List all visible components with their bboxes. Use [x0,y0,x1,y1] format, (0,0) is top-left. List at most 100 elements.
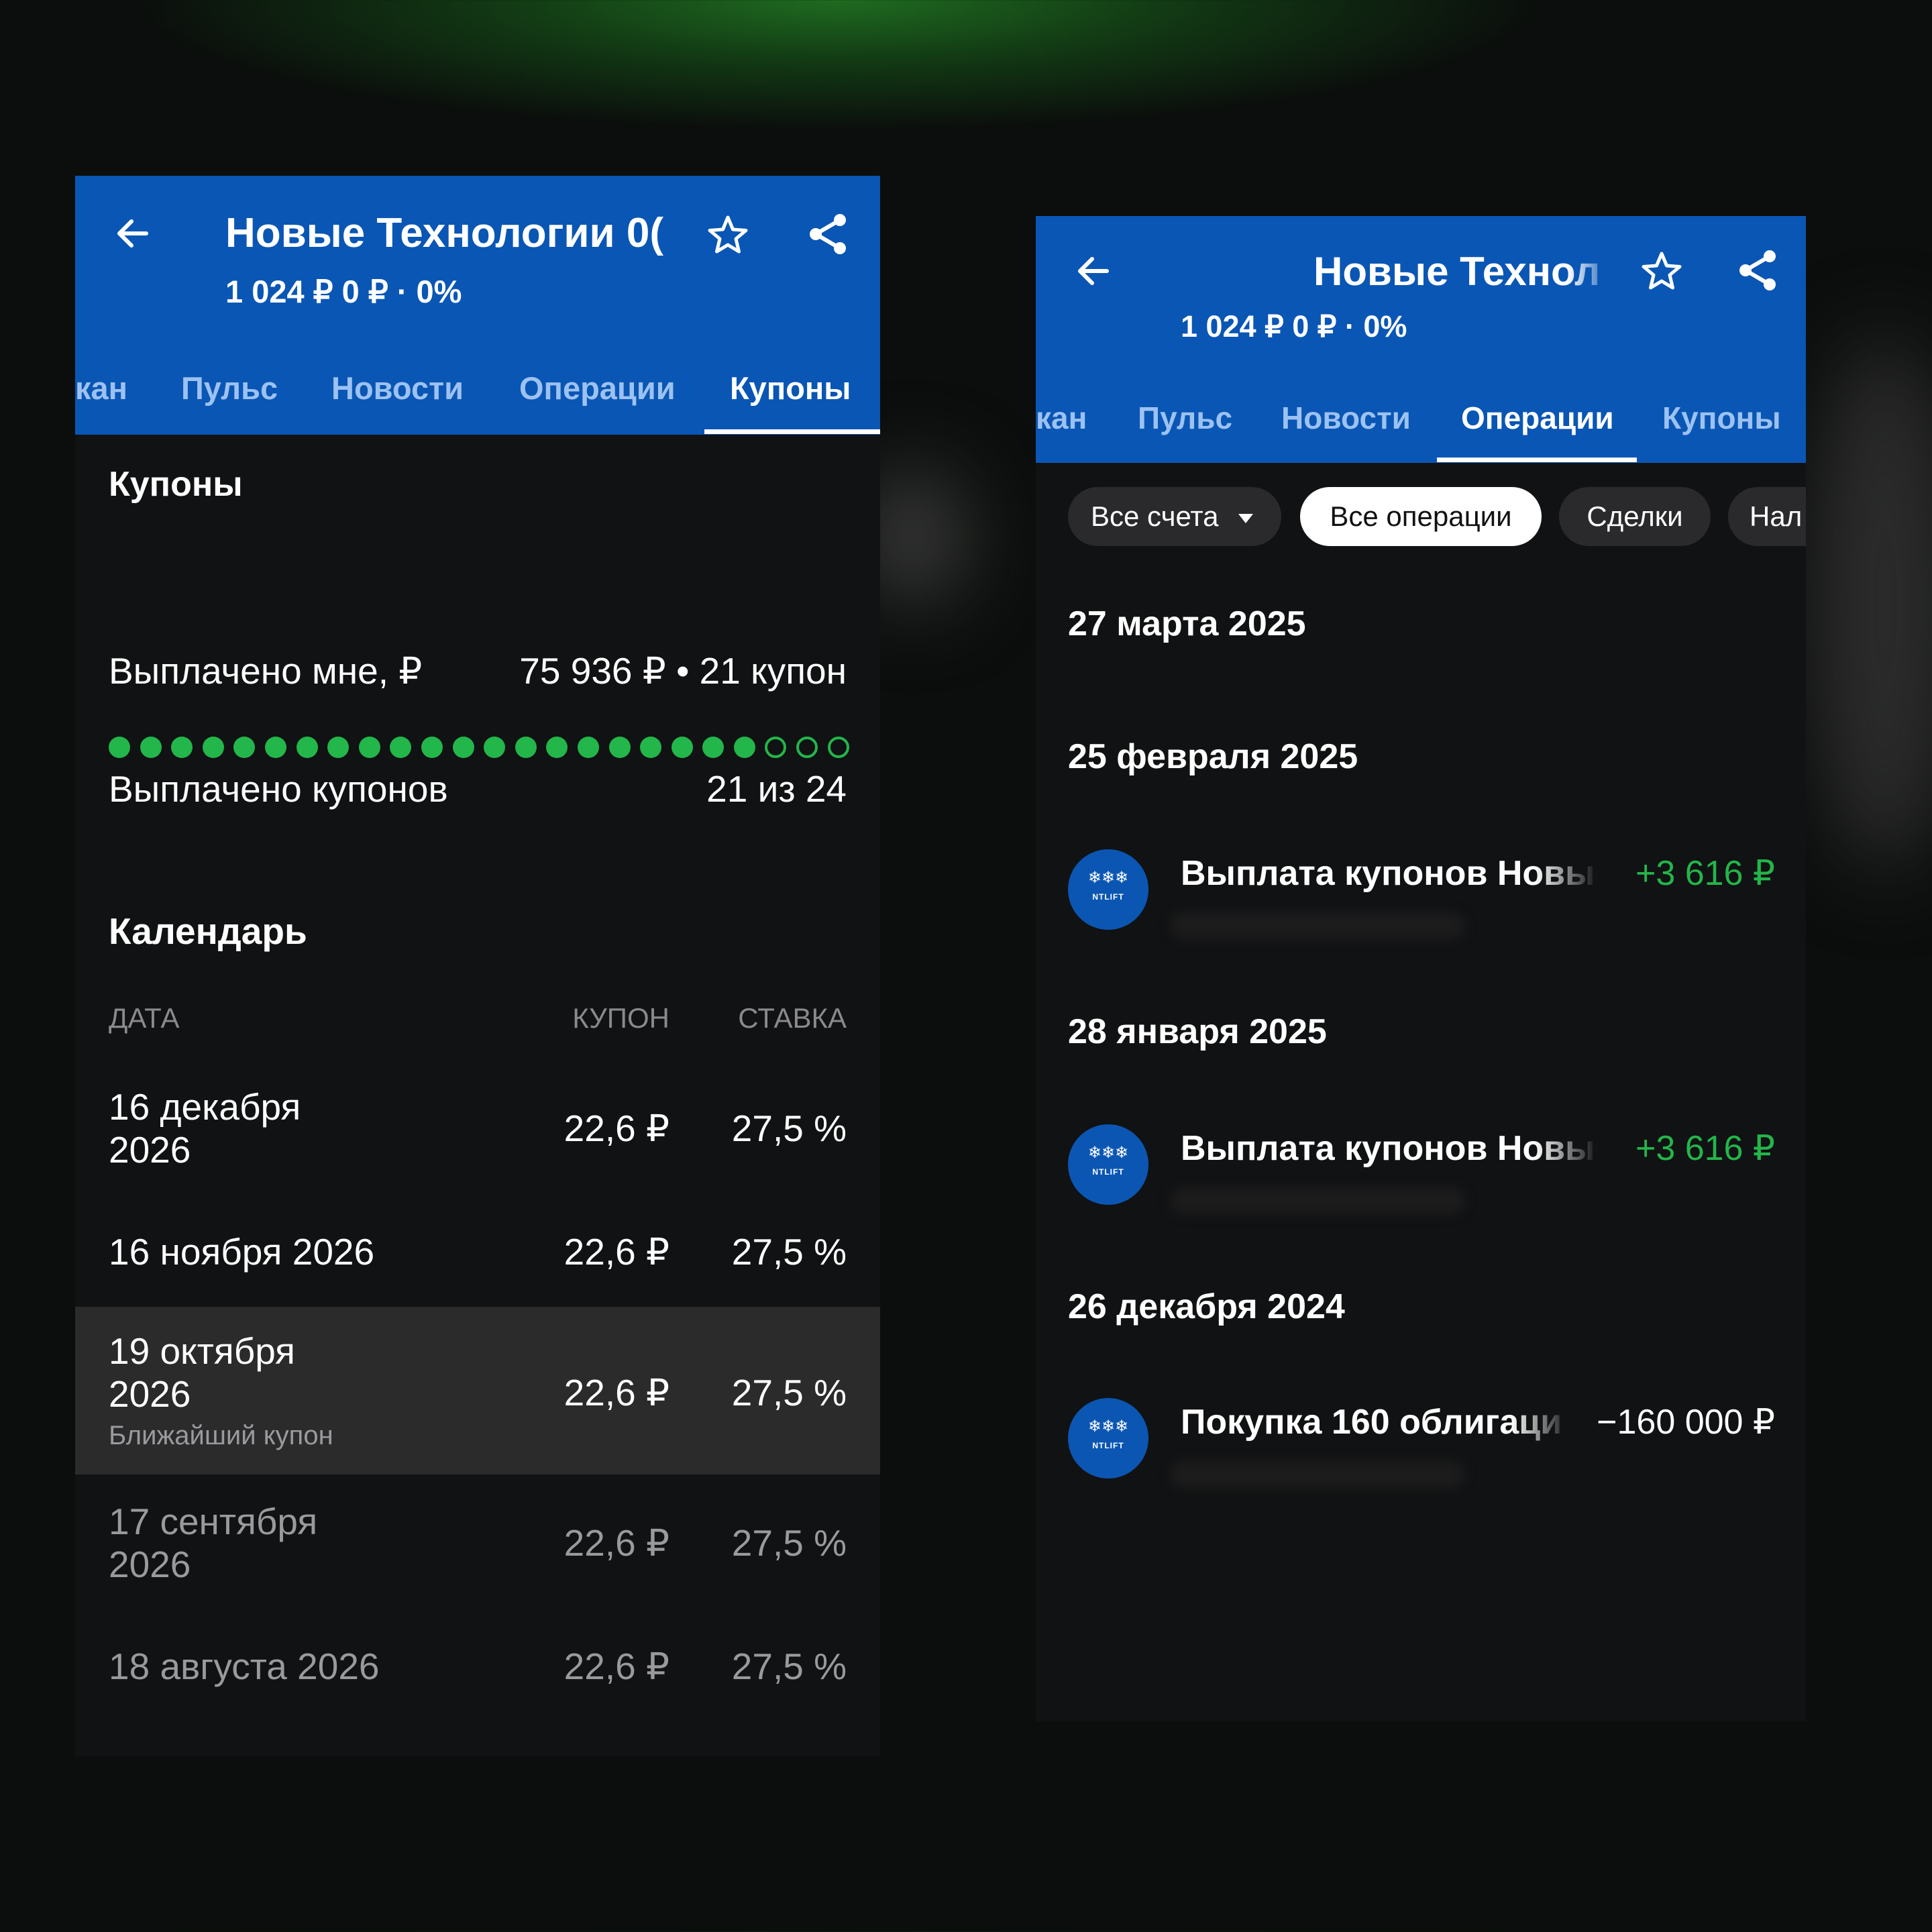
operation-amount: −160 000 ₽ [1597,1403,1775,1442]
tab-coupons[interactable]: Купоны [730,365,851,419]
tab-news[interactable]: Новости [331,365,464,419]
coupon-paid-dot [702,737,724,758]
operation-amount: +3 616 ₽ [1635,1129,1775,1168]
row-rate: 27,5 % [731,1108,847,1149]
row-date-year: 2026 [109,1373,191,1415]
row-rate: 27,5 % [731,1372,847,1413]
filter-taxes[interactable]: Нал [1728,487,1806,546]
background-glow [1811,335,1932,872]
instrument-price: 1 024 ₽ 0 ₽ · 0% [225,274,462,309]
coupon-paid-dot [390,737,412,758]
coupon-paid-dot [296,737,318,758]
date-group-header: 28 января 2025 [1068,1012,1327,1051]
coupon-paid-dot [546,737,568,758]
row-coupon: 22,6 ₽ [564,1372,669,1413]
tab-scan[interactable]: кан [75,365,127,419]
tab-operations[interactable]: Операции [519,365,676,419]
row-date: 16 декабря [109,1086,301,1128]
filter-deals[interactable]: Сделки [1559,487,1711,546]
coupon-paid-dot [264,737,286,758]
issuer-logo-text: NTLIFT [1092,1441,1124,1450]
instrument-title: Новые Технологии 0( [225,210,663,256]
issuer-logo-text: NTLIFT [1092,892,1124,902]
instrument-title: Новые Технол [1313,249,1601,294]
next-coupon-note: Ближайший купон [109,1421,333,1450]
redacted-subtitle [1170,1187,1465,1214]
issuer-logo: ❄❄❄ NTLIFT [1068,1124,1148,1205]
row-rate: 27,5 % [731,1646,847,1687]
operation-title: Выплата купонов Новые [1181,854,1598,893]
row-coupon: 22,6 ₽ [564,1108,669,1149]
column-header-rate: СТАВКА [738,1002,847,1034]
tab-pulse[interactable]: Пульс [1138,394,1232,448]
operation-title: Выплата купонов Новые [1181,1129,1598,1168]
calendar-title: Календарь [109,910,307,952]
date-group-header: 26 декабря 2024 [1068,1287,1345,1326]
dropdown-triangle-icon [1238,513,1254,523]
coupon-future-dot [765,737,787,758]
row-coupon: 22,6 ₽ [564,1231,669,1273]
coupon-paid-dot [515,737,537,758]
tab-operations[interactable]: Операции [1461,394,1614,448]
tab-scan[interactable]: кан [1036,394,1087,448]
row-coupon: 22,6 ₽ [564,1646,669,1687]
coupon-paid-dot [421,737,443,758]
coupon-paid-dot [640,737,662,758]
filter-accounts[interactable]: Все счета [1068,487,1281,546]
tab-coupons[interactable]: Купоны [1662,394,1781,448]
coupon-paid-dot [671,737,693,758]
coupon-paid-dot [233,737,256,758]
app-header: Новые Технологии 0( 1 024 ₽ 0 ₽ · 0% кан… [75,176,880,435]
calendar-row-next-coupon[interactable]: 19 октября 2026 Ближайший купон 22,6 ₽ 2… [75,1307,880,1474]
coupons-paid-label: Выплачено купонов [109,768,448,810]
paid-to-me-value: 75 936 ₽ • 21 купон [519,650,847,692]
coupon-paid-dot [140,737,162,758]
back-arrow-icon[interactable] [1073,251,1114,291]
star-icon[interactable] [1640,250,1684,294]
row-date-year: 2026 [109,1129,191,1171]
operation-title: Покупка 160 облигаци [1181,1403,1562,1442]
filter-accounts-label: Все счета [1091,500,1219,532]
logo-snowflake-icon: ❄❄❄ [1087,869,1129,887]
issuer-logo: ❄❄❄ NTLIFT [1068,849,1148,930]
paid-to-me-label: Выплачено мне, ₽ [109,650,423,692]
operations-screen: Новые Технол 1 024 ₽ 0 ₽ · 0% кан Пульс … [1036,216,1806,1721]
coupon-paid-dot [484,737,506,758]
row-date: 18 августа 2026 [109,1646,380,1687]
date-group-header: 25 февраля 2025 [1068,737,1358,776]
coupon-paid-dot [327,737,350,758]
coupon-paid-dot [733,737,755,758]
coupon-paid-dot [358,737,380,758]
active-tab-indicator [1437,458,1637,462]
tab-news[interactable]: Новости [1281,394,1411,448]
coupon-paid-dot [171,737,193,758]
operation-amount: +3 616 ₽ [1635,854,1775,893]
column-header-date: ДАТА [109,1002,180,1034]
back-arrow-icon[interactable] [113,213,153,254]
share-icon[interactable] [806,212,851,256]
issuer-logo: ❄❄❄ NTLIFT [1068,1398,1148,1479]
coupon-paid-dot [452,737,474,758]
redacted-subtitle [1170,1461,1465,1488]
filter-all-operations[interactable]: Все операции [1300,487,1542,546]
coupon-paid-dot [577,737,599,758]
coupons-screen: Новые Технологии 0( 1 024 ₽ 0 ₽ · 0% кан… [75,176,880,1756]
tab-bar: кан Пульс Новости Операции Купоны [1036,394,1806,448]
active-tab-indicator [704,429,880,434]
section-title-coupons: Купоны [109,465,243,504]
star-icon[interactable] [706,213,750,258]
coupon-paid-dot [109,737,130,758]
tab-pulse[interactable]: Пульс [181,365,278,419]
redacted-subtitle [1170,912,1465,939]
row-date: 17 сентября [109,1501,318,1542]
logo-snowflake-icon: ❄❄❄ [1087,1417,1129,1436]
column-header-coupon: КУПОН [572,1002,669,1034]
row-date-year: 2026 [109,1544,191,1585]
issuer-logo-text: NTLIFT [1092,1167,1124,1177]
coupon-progress [109,737,849,759]
coupon-future-dot [827,737,849,758]
instrument-price: 1 024 ₽ 0 ₽ · 0% [1181,309,1407,343]
row-date: 16 ноября 2026 [109,1231,375,1273]
tab-bar: кан Пульс Новости Операции Купоны [75,365,880,419]
share-icon[interactable] [1736,248,1780,292]
